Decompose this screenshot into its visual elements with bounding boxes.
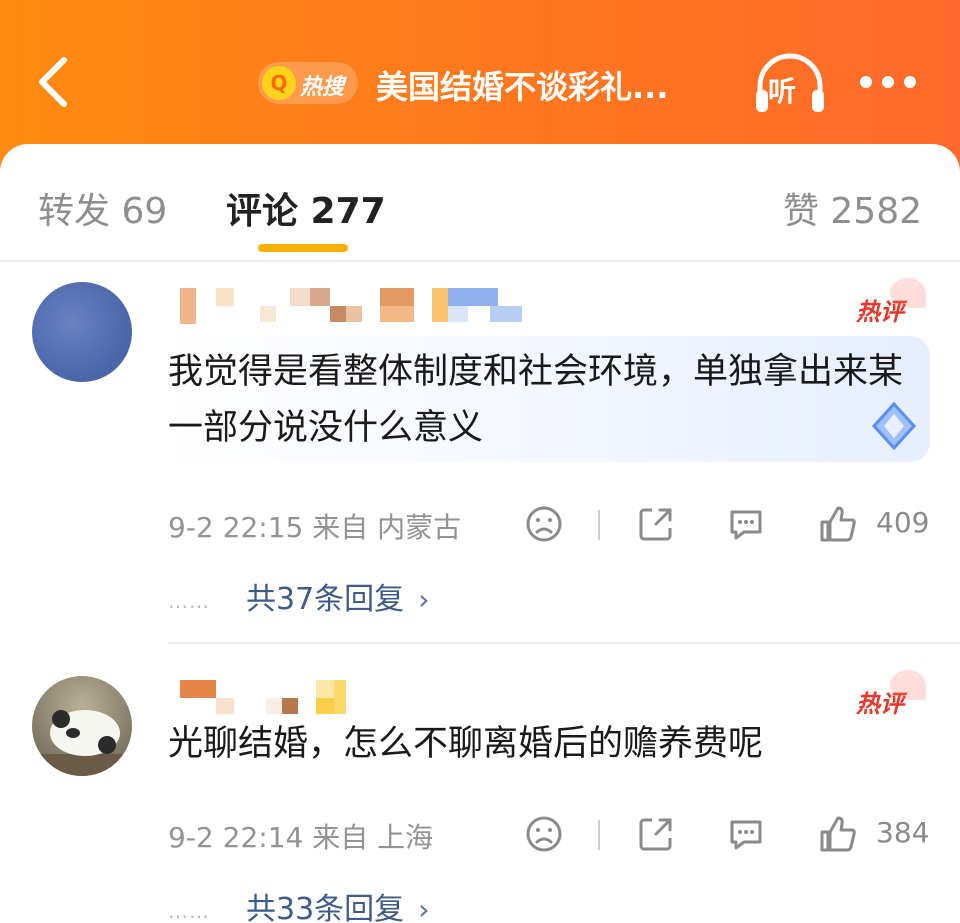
reply-count: 共33条回复 bbox=[246, 892, 405, 923]
comment-sheet: 转发 69 评论 277 赞 2582 热评 我觉得是看整体制度和社会环境，单独… bbox=[0, 144, 960, 923]
chevron-right-icon: › bbox=[418, 583, 430, 616]
reply-indent-dots: …… bbox=[168, 588, 210, 613]
username-blurred[interactable] bbox=[180, 680, 530, 714]
comment-icon[interactable] bbox=[726, 504, 766, 544]
view-replies-link[interactable]: …… 共33条回复 › bbox=[168, 884, 429, 923]
back-button[interactable] bbox=[30, 52, 80, 112]
share-icon[interactable] bbox=[636, 814, 676, 854]
comment-text: 我觉得是看整体制度和社会环境，单独拿出来某一部分说没什么意义 bbox=[168, 352, 904, 448]
reply-indent-dots: …… bbox=[168, 898, 210, 923]
like-count: 384 bbox=[876, 816, 930, 849]
avatar[interactable] bbox=[32, 282, 132, 382]
like-icon[interactable] bbox=[818, 504, 858, 544]
chevron-left-icon bbox=[39, 57, 67, 107]
like-count: 409 bbox=[876, 506, 930, 539]
tab-likes[interactable]: 赞 2582 bbox=[783, 182, 922, 234]
comment-actions: 409 bbox=[520, 504, 940, 548]
reply-count: 共37条回复 bbox=[246, 582, 405, 617]
comment-meta: 9-2 22:15 来自 内蒙古 bbox=[168, 511, 462, 544]
active-tab-indicator bbox=[258, 244, 348, 252]
comment-divider bbox=[168, 642, 960, 644]
topic-title[interactable]: 美国结婚不谈彩礼... bbox=[376, 62, 668, 108]
comment-item: 热评 我觉得是看整体制度和社会环境，单独拿出来某一部分说没什么意义 9-2 22… bbox=[0, 278, 960, 617]
tab-bar: 转发 69 评论 277 赞 2582 bbox=[0, 144, 960, 260]
comment-actions: 384 bbox=[520, 814, 940, 858]
avatar[interactable] bbox=[32, 676, 132, 776]
tab-repost[interactable]: 转发 69 bbox=[38, 182, 167, 234]
hot-search-icon: Q bbox=[262, 66, 296, 100]
sad-face-icon[interactable] bbox=[524, 504, 564, 544]
divider bbox=[598, 820, 600, 850]
comment-item: 热评 光聊结婚，怎么不聊离婚后的赡养费呢 9-2 22:14 来自 上海 384 bbox=[0, 670, 960, 923]
comment-icon[interactable] bbox=[726, 814, 766, 854]
hot-comment-tag: 热评 bbox=[856, 278, 926, 327]
view-replies-link[interactable]: …… 共37条回复 › bbox=[168, 574, 429, 618]
more-dots-icon bbox=[860, 76, 872, 88]
like-icon[interactable] bbox=[818, 814, 858, 854]
chevron-right-icon: › bbox=[418, 893, 430, 923]
share-icon[interactable] bbox=[636, 504, 676, 544]
divider bbox=[0, 260, 960, 262]
listen-label: 听 bbox=[768, 75, 797, 108]
hot-comment-tag: 热评 bbox=[856, 670, 926, 719]
username-blurred[interactable] bbox=[180, 288, 530, 324]
listen-button[interactable]: 听 bbox=[752, 52, 828, 116]
comment-meta: 9-2 22:14 来自 上海 bbox=[168, 821, 434, 854]
sad-face-icon[interactable] bbox=[524, 814, 564, 854]
hot-search-label: 热搜 bbox=[300, 75, 345, 100]
hot-search-badge[interactable]: Q 热搜 bbox=[258, 62, 358, 104]
more-button[interactable] bbox=[856, 70, 920, 94]
tab-comments[interactable]: 评论 277 bbox=[226, 182, 386, 234]
divider bbox=[598, 510, 600, 540]
comment-text: 光聊结婚，怎么不聊离婚后的赡养费呢 bbox=[168, 724, 764, 764]
